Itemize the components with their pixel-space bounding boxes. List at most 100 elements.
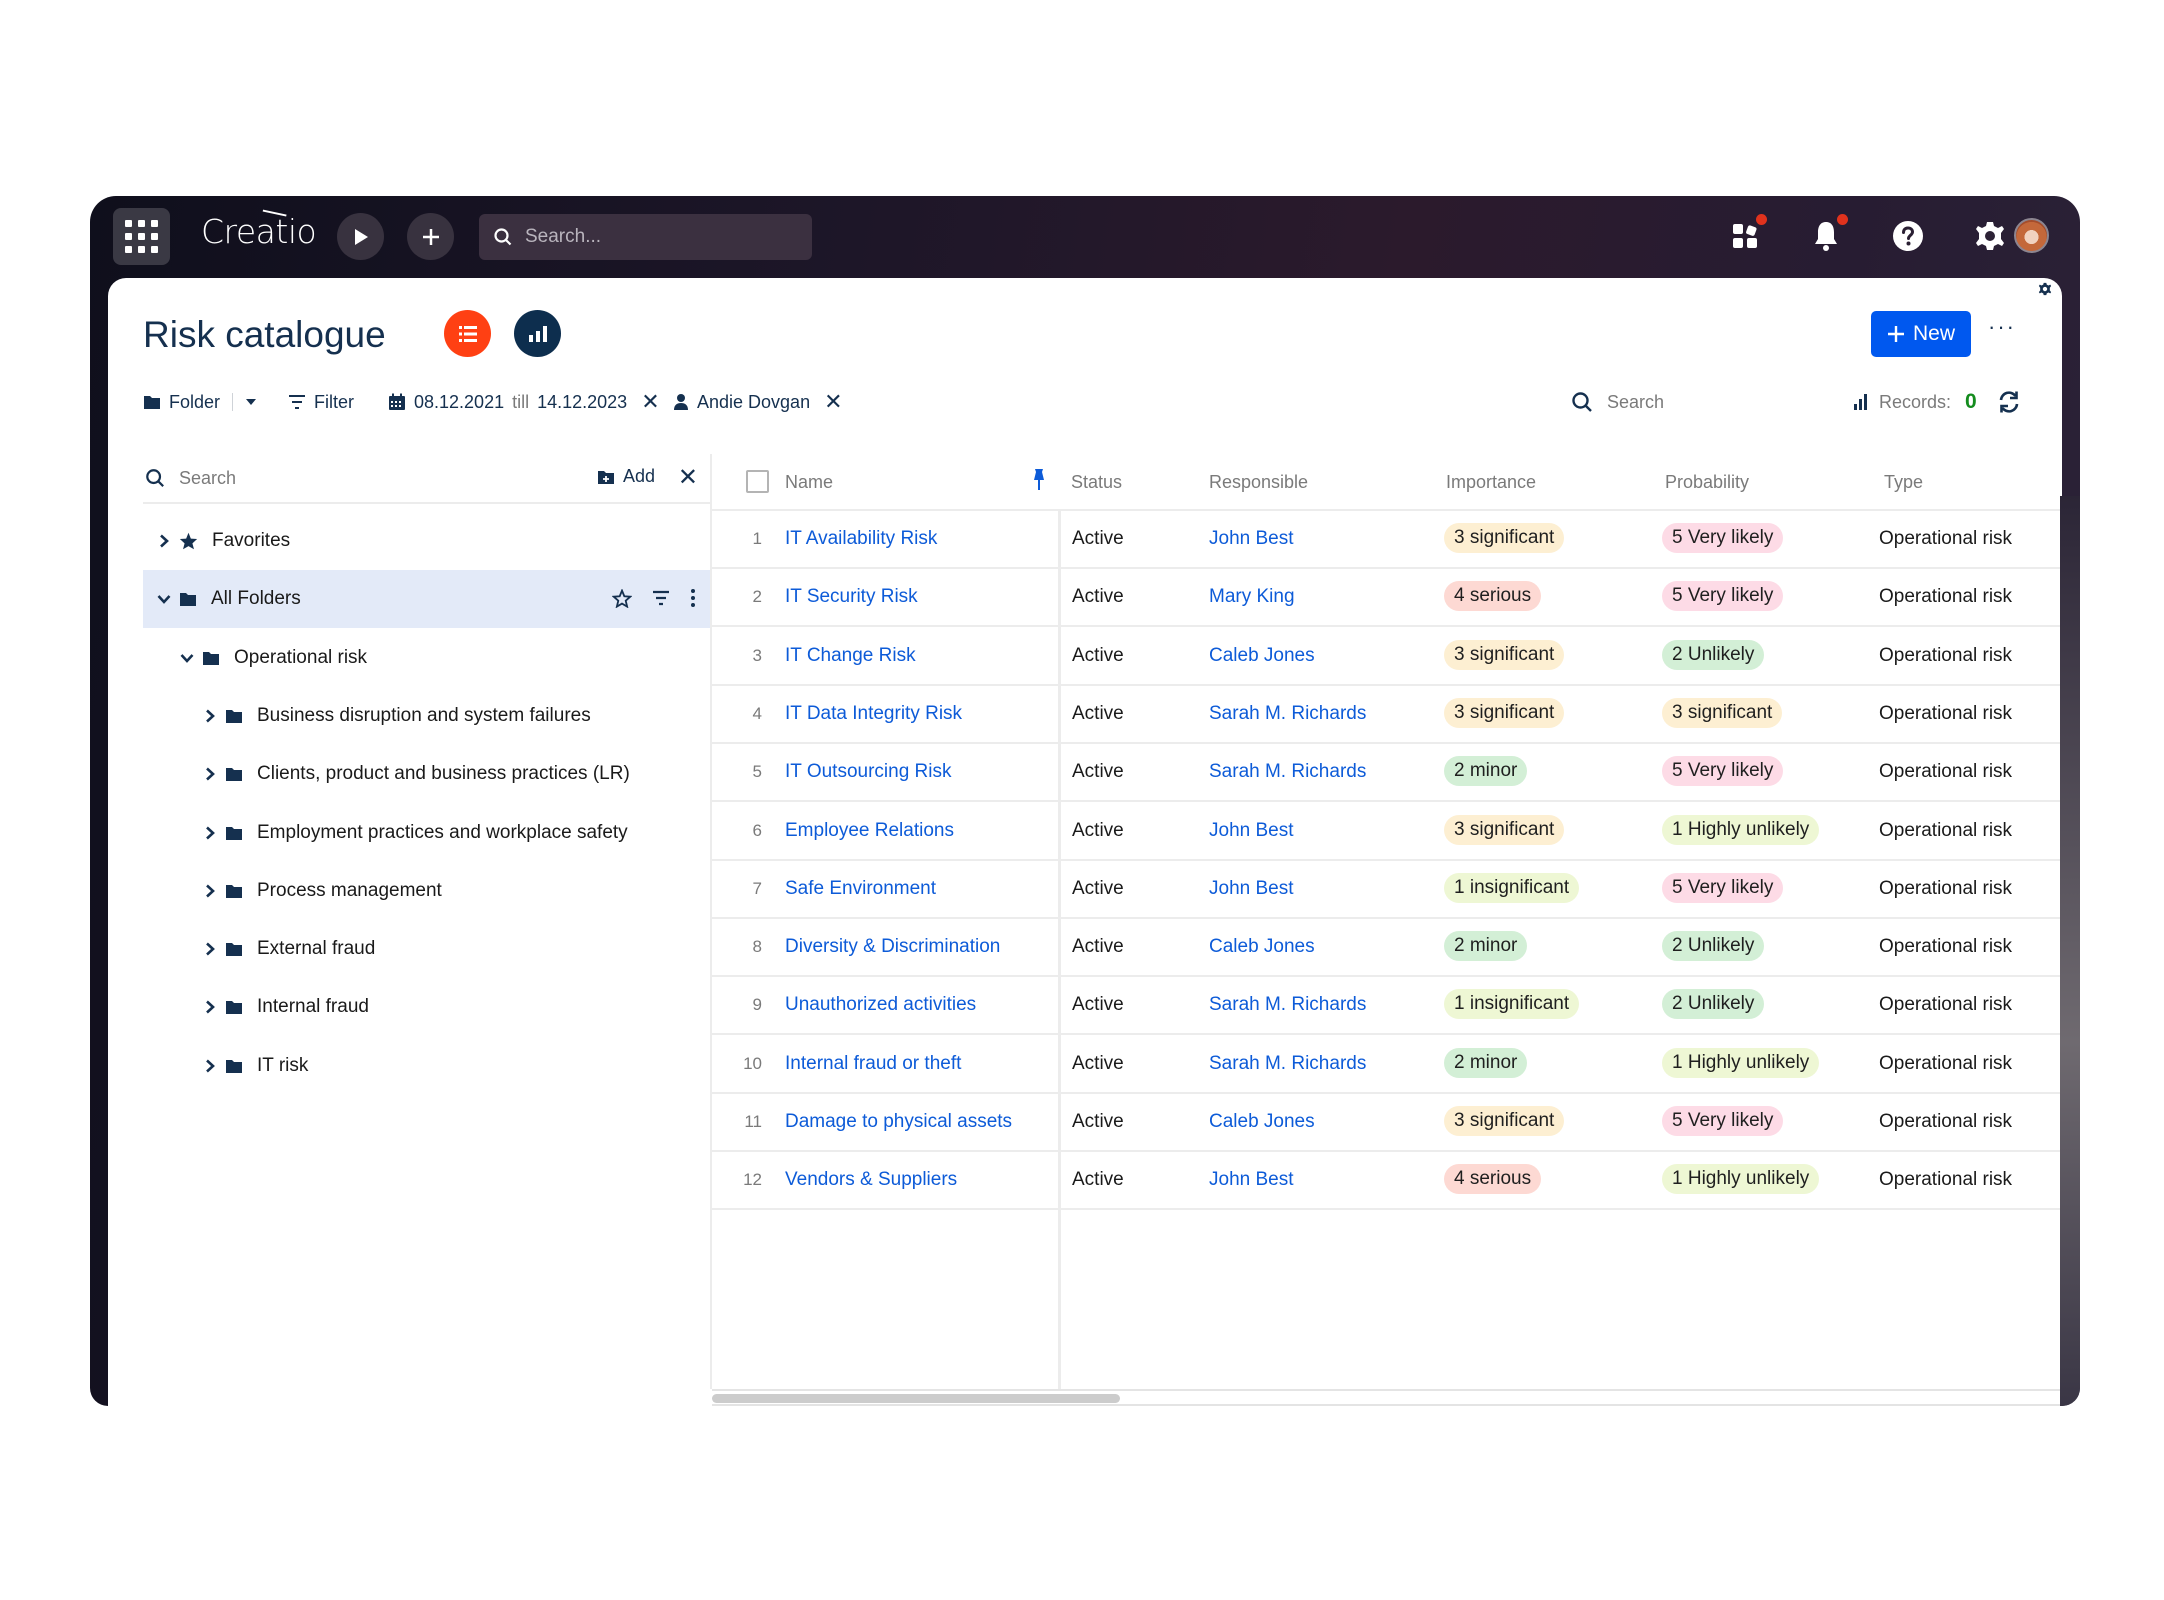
- chevron-down-icon[interactable]: [155, 594, 173, 605]
- folder-item[interactable]: IT risk: [143, 1037, 710, 1095]
- folder-item[interactable]: All Folders: [143, 570, 710, 629]
- chevron-right-icon[interactable]: [201, 942, 219, 956]
- risk-name-link[interactable]: Diversity & Discrimination: [785, 936, 1000, 958]
- responsible-link[interactable]: John Best: [1209, 528, 1294, 550]
- chevron-right-icon[interactable]: [201, 709, 219, 723]
- pinned-column-divider[interactable]: [1058, 511, 1061, 1389]
- responsible-link[interactable]: Caleb Jones: [1209, 1111, 1315, 1133]
- dashboard-view-button[interactable]: [514, 310, 561, 357]
- table-row[interactable]: 4 IT Data Integrity Risk Active Sarah M. Ri…: [712, 686, 2062, 744]
- risk-name-link[interactable]: IT Availability Risk: [785, 528, 937, 550]
- global-search-input[interactable]: Search...: [479, 214, 812, 260]
- close-folder-panel-icon[interactable]: ✕: [678, 463, 698, 492]
- apps-menu-button[interactable]: [113, 208, 170, 265]
- responsible-link[interactable]: Caleb Jones: [1209, 645, 1315, 667]
- filter-button[interactable]: Filter: [288, 387, 354, 417]
- clear-date-filter-icon[interactable]: ✕: [641, 389, 659, 415]
- table-row[interactable]: 11 Damage to physical assets Active Caleb J…: [712, 1094, 2062, 1152]
- folder-item[interactable]: Process management: [143, 862, 710, 920]
- settings-button[interactable]: [1970, 216, 2010, 256]
- more-actions-button[interactable]: ···: [1988, 314, 2016, 340]
- filter-icon[interactable]: [652, 590, 670, 606]
- chevron-right-icon[interactable]: [201, 826, 219, 840]
- type-cell: Operational risk: [1879, 644, 2013, 666]
- responsible-link[interactable]: John Best: [1209, 820, 1294, 842]
- table-row[interactable]: 2 IT Security Risk Active Mary King 4 seriou…: [712, 569, 2062, 628]
- responsible-link[interactable]: Caleb Jones: [1209, 936, 1315, 958]
- folder-item[interactable]: Business disruption and system failures: [143, 687, 710, 745]
- table-row[interactable]: 5 IT Outsourcing Risk Active Sarah M. Richa…: [712, 744, 2062, 803]
- kebab-menu-icon[interactable]: [690, 588, 696, 608]
- column-header-type[interactable]: Type: [1884, 472, 1923, 493]
- owner-filter[interactable]: Andie Dovgan ✕: [673, 387, 843, 417]
- table-row[interactable]: 9 Unauthorized activities Active Sarah M. R…: [712, 977, 2062, 1036]
- responsible-link[interactable]: John Best: [1209, 878, 1294, 900]
- favorite-star-icon[interactable]: [612, 588, 632, 608]
- pin-icon[interactable]: [1032, 468, 1046, 492]
- responsible-link[interactable]: Sarah M. Richards: [1209, 1053, 1366, 1075]
- clear-owner-filter-icon[interactable]: ✕: [824, 389, 842, 415]
- folder-item[interactable]: Favorites: [143, 512, 710, 570]
- horizontal-scrollbar-thumb[interactable]: [712, 1394, 1120, 1403]
- risk-name-link[interactable]: Vendors & Suppliers: [785, 1169, 957, 1191]
- refresh-icon[interactable]: [1997, 390, 2021, 414]
- risk-name-link[interactable]: Employee Relations: [785, 820, 954, 842]
- filter-icon: [289, 395, 305, 409]
- column-header-status[interactable]: Status: [1071, 472, 1122, 493]
- column-header-name[interactable]: Name: [785, 472, 833, 493]
- column-header-probability[interactable]: Probability: [1665, 472, 1749, 493]
- date-to: 14.12.2023: [537, 391, 628, 412]
- column-header-importance[interactable]: Importance: [1446, 472, 1536, 493]
- add-folder-button[interactable]: Add: [597, 466, 655, 487]
- responsible-link[interactable]: Sarah M. Richards: [1209, 761, 1366, 783]
- responsible-link[interactable]: John Best: [1209, 1169, 1294, 1191]
- table-row[interactable]: 1 IT Availability Risk Active John Best 3 si…: [712, 511, 2062, 569]
- responsible-link[interactable]: Sarah M. Richards: [1209, 703, 1366, 725]
- folder-item-label: Process management: [257, 879, 442, 901]
- date-range-filter[interactable]: 08.12.2021 till 14.12.2023 ✕: [388, 387, 660, 417]
- table-row[interactable]: 12 Vendors & Suppliers Active John Best 4 se…: [712, 1152, 2062, 1211]
- risk-name-link[interactable]: IT Data Integrity Risk: [785, 703, 962, 725]
- folder-item[interactable]: Clients, product and business practices …: [143, 745, 710, 803]
- records-grid: Name Status Responsible Importance Proba…: [710, 454, 2062, 1406]
- chevron-right-icon[interactable]: [201, 1059, 219, 1073]
- notifications-button[interactable]: [1806, 214, 1848, 256]
- risk-name-link[interactable]: IT Security Risk: [785, 586, 918, 608]
- quick-add-button[interactable]: [407, 213, 454, 260]
- folder-item[interactable]: Internal fraud: [143, 978, 710, 1036]
- folder-icon: [225, 1058, 243, 1074]
- risk-name-link[interactable]: Unauthorized activities: [785, 994, 976, 1016]
- app-hub-button[interactable]: [1725, 214, 1767, 256]
- chevron-right-icon[interactable]: [201, 1000, 219, 1014]
- table-row[interactable]: 6 Employee Relations Active John Best 3 sign…: [712, 803, 2062, 861]
- table-row[interactable]: 7 Safe Environment Active John Best 1 insign…: [712, 861, 2062, 919]
- responsible-link[interactable]: Sarah M. Richards: [1209, 994, 1366, 1016]
- chevron-down-icon[interactable]: [178, 653, 196, 663]
- new-record-button[interactable]: New: [1871, 311, 1971, 357]
- risk-name-link[interactable]: Damage to physical assets: [785, 1111, 1012, 1133]
- chevron-right-icon[interactable]: [155, 534, 173, 548]
- user-avatar[interactable]: [2014, 218, 2049, 253]
- folder-item[interactable]: External fraud: [143, 920, 710, 978]
- run-process-button[interactable]: [337, 213, 384, 260]
- page-settings-gear-icon[interactable]: [2038, 282, 2052, 296]
- folder-item[interactable]: Employment practices and workplace safet…: [143, 804, 710, 862]
- responsible-link[interactable]: Mary King: [1209, 586, 1295, 608]
- list-search-input[interactable]: Search: [1571, 387, 1664, 417]
- folder-item[interactable]: Operational risk: [143, 629, 710, 687]
- list-view-button[interactable]: [444, 310, 491, 357]
- table-row[interactable]: 8 Diversity & Discrimination Active Caleb J…: [712, 919, 2062, 978]
- table-row[interactable]: 10 Internal fraud or theft Active Sarah M. …: [712, 1036, 2062, 1094]
- chevron-right-icon[interactable]: [201, 767, 219, 781]
- importance-badge: 1 insignificant: [1444, 989, 1580, 1020]
- risk-name-link[interactable]: IT Outsourcing Risk: [785, 761, 951, 783]
- risk-name-link[interactable]: IT Change Risk: [785, 645, 916, 667]
- help-button[interactable]: [1888, 216, 1928, 256]
- risk-name-link[interactable]: Safe Environment: [785, 878, 936, 900]
- folder-dropdown[interactable]: Folder: [143, 387, 257, 417]
- column-header-responsible[interactable]: Responsible: [1209, 472, 1308, 493]
- select-all-checkbox[interactable]: [746, 470, 769, 493]
- chevron-right-icon[interactable]: [201, 884, 219, 898]
- risk-name-link[interactable]: Internal fraud or theft: [785, 1053, 961, 1075]
- table-row[interactable]: 3 IT Change Risk Active Caleb Jones 3 signif…: [712, 628, 2062, 686]
